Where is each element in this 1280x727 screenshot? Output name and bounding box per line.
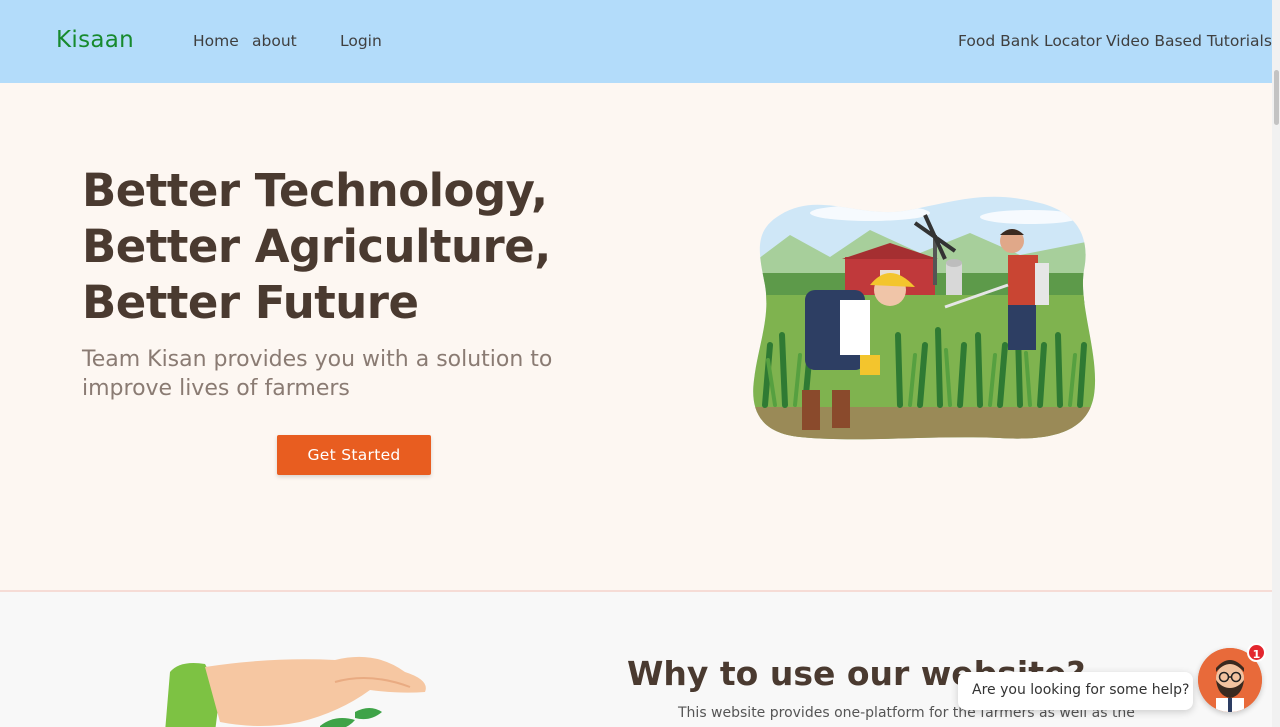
nav-about-link[interactable]: about xyxy=(252,32,297,50)
nav-login-link[interactable]: Login xyxy=(340,32,382,50)
hero-title-line: Better Agriculture, xyxy=(82,220,551,273)
brand-logo[interactable]: Kisaan xyxy=(56,27,134,53)
chat-help-bubble[interactable]: Are you looking for some help? xyxy=(958,672,1193,710)
hero-title: Better Technology, Better Agriculture, B… xyxy=(82,163,551,331)
farmers-in-field-illustration xyxy=(753,196,1096,440)
hero-title-line: Better Technology, xyxy=(82,164,548,217)
hand-with-plant-illustration xyxy=(165,656,426,727)
scrollbar-thumb[interactable] xyxy=(1274,70,1279,125)
hero-section: Better Technology, Better Agriculture, B… xyxy=(0,83,1280,591)
navbar: Kisaan Home about Login Food Bank Locato… xyxy=(0,0,1280,83)
nav-video-tutorials-link[interactable]: Video Based Tutorials xyxy=(1106,32,1272,50)
nav-home-link[interactable]: Home xyxy=(193,32,239,50)
page-scrollbar[interactable] xyxy=(1272,0,1280,727)
get-started-button[interactable]: Get Started xyxy=(277,435,431,475)
hero-title-line: Better Future xyxy=(82,276,419,329)
hero-subtitle: Team Kisan provides you with a solution … xyxy=(82,347,553,401)
chat-notification-badge: 1 xyxy=(1247,643,1266,662)
nav-food-bank-locator-link[interactable]: Food Bank Locator xyxy=(958,32,1102,50)
